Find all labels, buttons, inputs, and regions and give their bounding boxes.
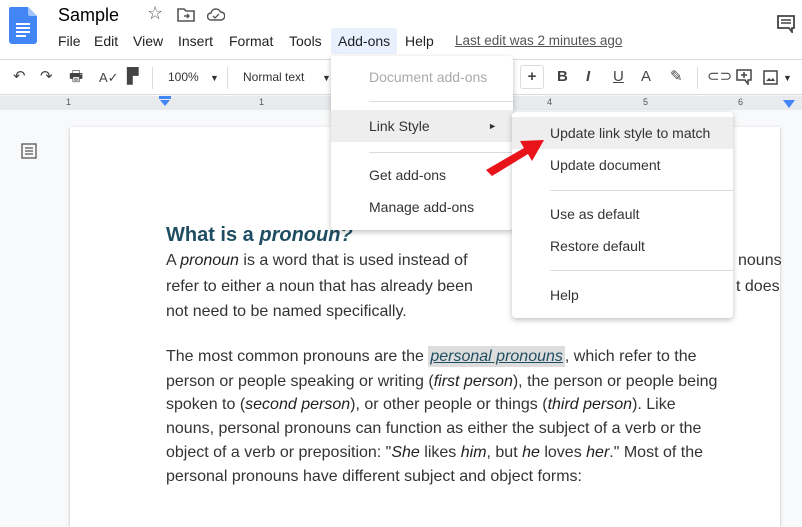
document-title[interactable]: Sample <box>58 5 119 26</box>
text-line: person or people speaking or writing (fi… <box>166 373 718 390</box>
text-line: A pronoun is a word that is used instead… <box>166 252 468 269</box>
text-line: personal pronouns have different subject… <box>166 468 582 485</box>
menu-bar: File Edit View Insert Format Tools Add-o… <box>50 28 650 54</box>
docs-logo-icon[interactable] <box>9 7 37 44</box>
text-line: nouns <box>738 252 782 269</box>
menu-item-use-as-default[interactable]: Use as default <box>512 198 733 230</box>
menu-edit[interactable]: Edit <box>94 33 118 49</box>
ruler-label: 4 <box>547 97 553 107</box>
menu-addons[interactable]: Add-ons <box>331 28 398 54</box>
star-icon[interactable]: ☆ <box>147 3 163 24</box>
text-line: spoken to (second person), or other peop… <box>166 396 676 413</box>
bold-button[interactable]: B <box>557 68 568 86</box>
highlight-icon[interactable]: ✎ <box>670 68 683 86</box>
style-select[interactable]: Normal text <box>243 70 304 84</box>
underline-button[interactable]: U <box>613 68 624 86</box>
chevron-down-icon[interactable]: ▼ <box>783 73 792 83</box>
divider <box>697 67 698 89</box>
red-arrow-annotation-icon <box>486 140 544 176</box>
text-line: not need to be named specifically. <box>166 303 407 320</box>
menu-help[interactable]: Help <box>405 33 434 49</box>
paint-format-icon[interactable]: ▛ <box>127 68 139 86</box>
print-icon[interactable]: 🖶 <box>69 68 83 86</box>
ruler-label: 5 <box>643 97 649 107</box>
outline-icon[interactable] <box>21 143 37 159</box>
add-comment-icon[interactable] <box>736 69 752 85</box>
undo-icon[interactable]: ↶ <box>13 68 26 86</box>
menu-format[interactable]: Format <box>229 33 273 49</box>
spellcheck-icon[interactable]: A✓ <box>99 69 119 87</box>
chevron-down-icon[interactable]: ▼ <box>322 73 331 83</box>
menu-item-help[interactable]: Help <box>512 279 733 311</box>
menu-item-restore-default[interactable]: Restore default <box>512 230 733 262</box>
insert-image-icon[interactable] <box>763 70 778 85</box>
redo-icon[interactable]: ↷ <box>40 68 53 86</box>
increase-font-button[interactable]: + <box>520 65 544 89</box>
text-line: t does <box>736 278 780 295</box>
text-line: nouns, personal pronouns can function as… <box>166 420 702 437</box>
divider <box>550 270 733 271</box>
italic-button[interactable]: I <box>586 68 590 86</box>
last-edit-link[interactable]: Last edit was 2 minutes ago <box>455 33 622 48</box>
divider <box>550 190 733 191</box>
indent-marker-icon[interactable] <box>159 96 171 106</box>
heading: What is a pronoun? <box>166 224 353 246</box>
menu-item-document-addons: Document add-ons <box>369 69 488 85</box>
menu-item-manage-addons[interactable]: Manage add-ons <box>331 191 513 223</box>
text-line: object of a verb or preposition: "She li… <box>166 444 703 461</box>
text-line: The most common pronouns are the persona… <box>166 346 697 367</box>
menu-insert[interactable]: Insert <box>178 33 213 49</box>
divider <box>227 67 228 89</box>
menu-view[interactable]: View <box>133 33 163 49</box>
move-folder-icon[interactable] <box>177 8 195 22</box>
chevron-down-icon[interactable]: ▼ <box>210 73 219 83</box>
right-indent-marker-icon[interactable] <box>783 100 795 108</box>
ruler-label: 1 <box>259 97 265 107</box>
title-bar: Sample ☆ File Edit View Insert Format To… <box>0 0 802 60</box>
menu-tools[interactable]: Tools <box>289 33 322 49</box>
zoom-select[interactable]: 100% <box>168 70 199 84</box>
selected-link[interactable]: personal pronouns <box>428 346 565 367</box>
ruler-label: 6 <box>738 97 744 107</box>
link-icon[interactable]: ⊂⊃ <box>707 68 732 86</box>
cloud-saved-icon[interactable] <box>207 8 225 21</box>
ruler-label: 1 <box>66 97 72 107</box>
text-color-button[interactable]: A <box>641 68 651 86</box>
divider <box>369 101 513 102</box>
divider <box>152 67 153 89</box>
comments-icon[interactable] <box>777 15 795 33</box>
menu-file[interactable]: File <box>58 33 81 49</box>
text-line: refer to either a noun that has already … <box>166 278 473 295</box>
